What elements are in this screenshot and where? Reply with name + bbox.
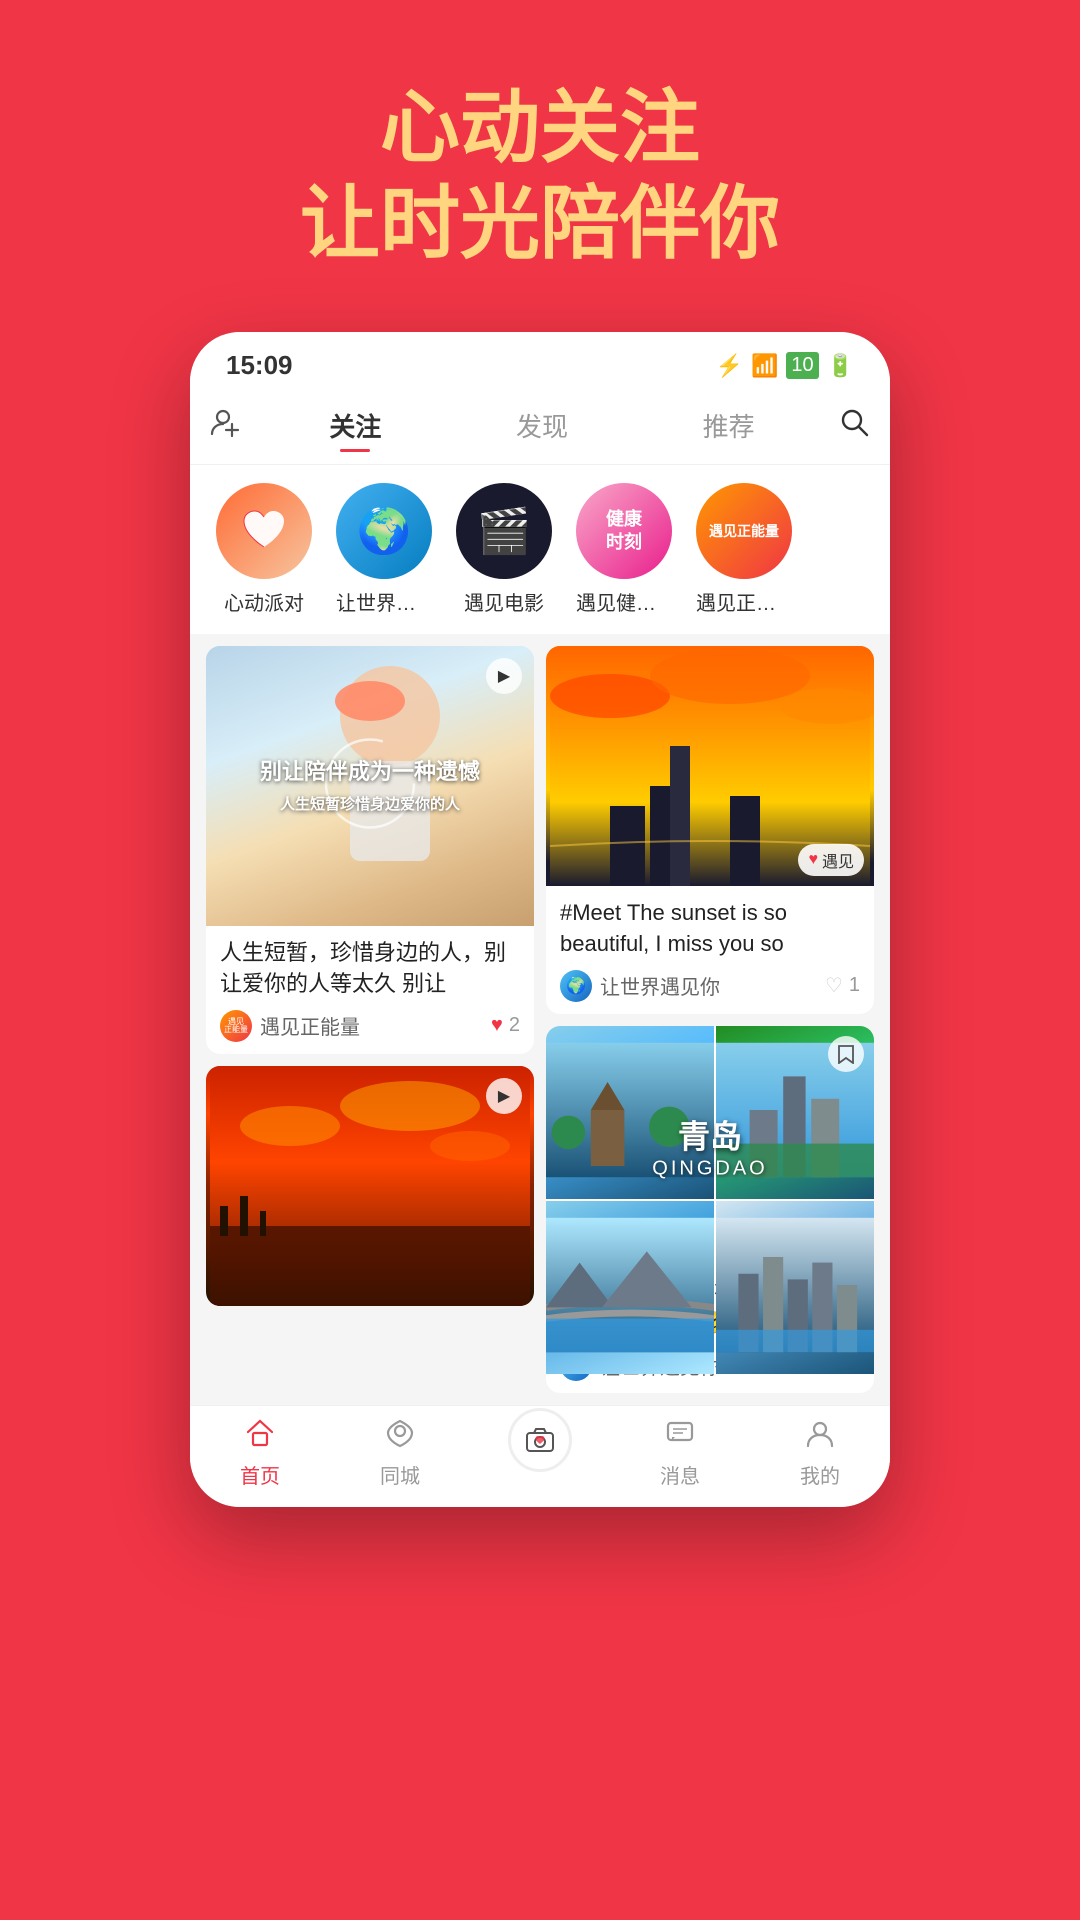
- phone-mockup: 15:09 ⚡ 📶 10 🔋 关注 发现 推荐: [190, 332, 890, 1507]
- story-label-health: 遇见健康...: [576, 587, 672, 616]
- content-col-right: ♥ 遇见 #Meet The sunset is so beautiful, I…: [546, 646, 874, 1393]
- card-child-author: 遇见正能量 遇见正能量: [220, 1010, 360, 1042]
- author-name-world1: 让世界遇见你: [600, 971, 720, 1000]
- status-bar: 15:09 ⚡ 📶 10 🔋: [190, 332, 890, 391]
- card-child-overlay-sub: 人生短暂珍惜身边爱你的人: [222, 794, 517, 815]
- card-sunset-footer: 🌍 让世界遇见你 ♡ 1: [560, 970, 860, 1002]
- bluetooth-icon: ⚡: [716, 353, 743, 379]
- nearby-label: 同城: [380, 1460, 420, 1489]
- home-icon: [245, 1418, 275, 1456]
- messages-label: 消息: [660, 1460, 700, 1489]
- content-col-left: ▶ 别让陪伴成为一种遗憾 人生短暂珍惜身边爱你的人 人生短暂，珍惜身边的人，别让…: [206, 646, 534, 1393]
- bottom-nav-messages[interactable]: 消息: [610, 1418, 750, 1489]
- profile-add-icon[interactable]: [210, 406, 242, 446]
- story-circle-movie: 🎬: [456, 483, 552, 579]
- bottom-nav-camera[interactable]: [470, 1418, 610, 1489]
- story-item-movie[interactable]: 🎬 遇见电影: [454, 483, 554, 616]
- author-avatar-world: 🌍: [560, 970, 592, 1002]
- story-item-health[interactable]: 健康时刻 遇见健康...: [574, 483, 674, 616]
- home-label: 首页: [240, 1460, 280, 1489]
- story-circle-heartparty: [216, 483, 312, 579]
- content-grid: ▶ 别让陪伴成为一种遗憾 人生短暂珍惜身边爱你的人 人生短暂，珍惜身边的人，别让…: [190, 634, 890, 1405]
- bottom-navigation: 首页 同城: [190, 1405, 890, 1507]
- tab-follow[interactable]: 关注: [262, 399, 449, 452]
- status-time: 15:09: [226, 350, 293, 381]
- bottom-nav-profile[interactable]: 我的: [750, 1418, 890, 1489]
- story-item-heartparty[interactable]: 心动派对: [214, 483, 314, 616]
- tab-discover[interactable]: 发现: [449, 399, 636, 452]
- play-button[interactable]: ▶: [486, 658, 522, 694]
- meet-badge: ♥ 遇见: [798, 844, 864, 876]
- story-row: 心动派对 🌍 让世界遇... 🎬 遇见电影 健康时刻 遇见健康...: [190, 465, 890, 634]
- status-icons: ⚡ 📶 10 🔋: [716, 352, 854, 379]
- bottom-nav-home[interactable]: 首页: [190, 1418, 330, 1489]
- story-label-world: 让世界遇...: [336, 587, 432, 616]
- card-child-image: ▶ 别让陪伴成为一种遗憾 人生短暂珍惜身边爱你的人: [206, 646, 534, 926]
- message-icon: [665, 1418, 695, 1456]
- card-sunset-likes: ♡ 1: [825, 973, 860, 998]
- play-button-redfield[interactable]: ▶: [486, 1078, 522, 1114]
- card-sunset-city[interactable]: ♥ 遇见 #Meet The sunset is so beautiful, I…: [546, 646, 874, 1014]
- card-child-body: 人生短暂，珍惜身边的人，别让爱你的人等太久 别让 遇见正能量 遇见正能量 ♥ 2: [206, 926, 534, 1054]
- battery-level: 10: [786, 352, 818, 379]
- author-name-positive: 遇见正能量: [260, 1011, 360, 1040]
- card-child-video[interactable]: ▶ 别让陪伴成为一种遗憾 人生短暂珍惜身边爱你的人 人生短暂，珍惜身边的人，别让…: [206, 646, 534, 1054]
- author-avatar-positive: 遇见正能量: [220, 1010, 252, 1042]
- card-sunset-like-count: 1: [849, 974, 860, 997]
- card-child-footer: 遇见正能量 遇见正能量 ♥ 2: [220, 1010, 520, 1042]
- battery-icon: 🔋: [827, 353, 854, 379]
- card-child-overlay-text: 别让陪伴成为一种遗憾: [222, 757, 517, 788]
- card-child-title: 人生短暂，珍惜身边的人，别让爱你的人等太久 别让: [220, 938, 520, 1000]
- profile-icon: [805, 1418, 835, 1456]
- profile-label: 我的: [800, 1460, 840, 1489]
- story-item-positive[interactable]: 遇见正能量 遇见正能量: [694, 483, 794, 616]
- card-child-like-count: 2: [509, 1014, 520, 1037]
- search-icon[interactable]: [838, 406, 870, 446]
- story-item-world[interactable]: 🌍 让世界遇...: [334, 483, 434, 616]
- hero-section: 心动关注 让时光陪伴你: [300, 80, 780, 272]
- story-circle-world: 🌍: [336, 483, 432, 579]
- hero-line2: 让时光陪伴你: [300, 176, 780, 272]
- card-city-collage[interactable]: 青岛 QINGDAO 《国家地理》没有骗我，这8个滨海城市巨美 😊 哈喽: [546, 1026, 874, 1394]
- story-label-heartparty: 心动派对: [224, 587, 304, 616]
- story-circle-health: 健康时刻: [576, 483, 672, 579]
- card-city-image: 青岛 QINGDAO: [546, 1026, 874, 1266]
- card-sunset-author: 🌍 让世界遇见你: [560, 970, 720, 1002]
- like-icon-filled: ♥: [491, 1014, 503, 1037]
- navigation-tabs: 关注 发现 推荐: [190, 391, 890, 465]
- tab-recommend[interactable]: 推荐: [635, 399, 822, 452]
- story-label-movie: 遇见电影: [464, 587, 544, 616]
- camera-button[interactable]: [508, 1408, 572, 1472]
- story-circle-positive: 遇见正能量: [696, 483, 792, 579]
- bottom-nav-nearby[interactable]: 同城: [330, 1418, 470, 1489]
- bookmark-icon: [828, 1036, 864, 1072]
- story-label-positive: 遇见正能量: [696, 587, 792, 616]
- card-sunset-image: ♥ 遇见: [546, 646, 874, 886]
- hero-line1: 心动关注: [300, 80, 780, 176]
- card-child-likes: ♥ 2: [491, 1014, 520, 1037]
- card-redfield-image: ▶: [206, 1066, 534, 1306]
- location-icon: [385, 1418, 415, 1456]
- card-sunset-body: #Meet The sunset is so beautiful, I miss…: [546, 886, 874, 1014]
- like-icon-outline1: ♡: [825, 973, 843, 998]
- wifi-icon: 📶: [751, 353, 778, 379]
- card-redfield-video[interactable]: ▶: [206, 1066, 534, 1306]
- card-sunset-title: #Meet The sunset is so beautiful, I miss…: [560, 898, 860, 960]
